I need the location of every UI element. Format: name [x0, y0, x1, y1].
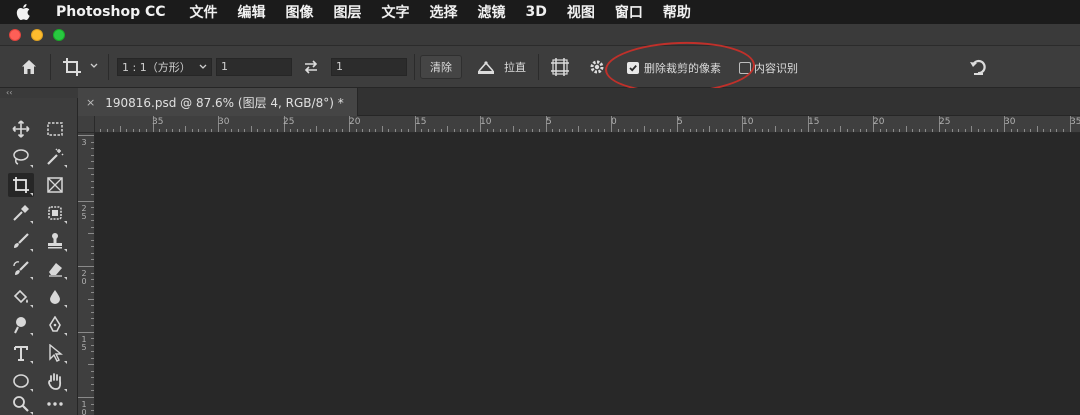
options-bar: 1 : 1（方形） 1 1 清除 拉直 删除裁剪的像素 内容识别: [0, 46, 1080, 88]
hand-icon[interactable]: [42, 369, 68, 393]
ruler-label: 3: [81, 138, 87, 147]
ellipse-icon[interactable]: [8, 369, 34, 393]
vertical-ruler[interactable]: 3 2 5 2 0 1 5 1 0: [78, 133, 95, 415]
crop-icon[interactable]: [8, 173, 34, 197]
ratio-height-input[interactable]: 1: [331, 58, 407, 76]
clear-button[interactable]: 清除: [420, 55, 462, 79]
eraser-icon[interactable]: [42, 257, 68, 281]
menu-layer[interactable]: 图层: [334, 2, 362, 22]
overlay-grid-icon[interactable]: [550, 57, 570, 77]
paint-bucket-icon[interactable]: [8, 285, 34, 309]
stamp-icon[interactable]: [42, 229, 68, 253]
straighten-label[interactable]: 拉直: [504, 59, 526, 75]
pen-icon[interactable]: [42, 313, 68, 337]
ruler-label: 1 5: [81, 335, 87, 352]
close-icon[interactable]: ×: [86, 96, 95, 109]
window-minimize-button[interactable]: [31, 29, 43, 41]
panel-collapse-icon[interactable]: ‹‹: [0, 88, 80, 98]
menu-help[interactable]: 帮助: [663, 2, 691, 22]
ruler-label: 25: [939, 117, 951, 127]
eyedropper-icon[interactable]: [8, 201, 34, 225]
ruler-origin[interactable]: [78, 116, 95, 133]
dodge-icon[interactable]: [8, 313, 34, 337]
separator: [414, 54, 415, 80]
ruler-label: 0: [611, 117, 617, 127]
marquee-icon[interactable]: [42, 117, 68, 141]
ruler-label: 20: [349, 117, 361, 127]
separator: [108, 54, 109, 80]
ruler-label: 5: [546, 117, 552, 127]
ruler-label: 10: [480, 117, 492, 127]
ruler-label: 35: [1070, 117, 1080, 127]
home-icon[interactable]: [20, 58, 38, 76]
move-icon[interactable]: [8, 117, 34, 141]
ruler-label: 1 0: [81, 400, 87, 415]
brush-icon[interactable]: [8, 229, 34, 253]
window-close-button[interactable]: [9, 29, 21, 41]
separator: [50, 54, 51, 80]
ruler-label: 20: [873, 117, 885, 127]
ruler-label: 25: [283, 117, 295, 127]
checkbox-checked-icon: [627, 62, 639, 74]
ruler-label: 15: [415, 117, 427, 127]
menu-bar: Photoshop CC 文件 编辑 图像 图层 文字 选择 滤镜 3D 视图 …: [0, 0, 1080, 24]
menu-window[interactable]: 窗口: [615, 2, 643, 22]
content-aware-label: 内容识别: [754, 62, 798, 75]
menu-file[interactable]: 文件: [190, 2, 218, 22]
chevron-down-icon[interactable]: [90, 62, 98, 70]
ruler-label: 5: [677, 117, 683, 127]
frame-icon[interactable]: [42, 173, 68, 197]
content-aware-checkbox[interactable]: 内容识别: [739, 60, 798, 76]
window-zoom-button[interactable]: [53, 29, 65, 41]
separator: [538, 54, 539, 80]
ratio-width-input[interactable]: 1: [216, 58, 292, 76]
delete-cropped-pixels-checkbox[interactable]: 删除裁剪的像素: [627, 60, 721, 76]
history-brush-icon[interactable]: [8, 257, 34, 281]
delete-cropped-pixels-label: 删除裁剪的像素: [644, 62, 721, 75]
crop-preset-icon[interactable]: [62, 57, 82, 77]
menu-edit[interactable]: 编辑: [238, 2, 266, 22]
chevron-down-icon: [199, 61, 207, 74]
window-title-bar: [0, 24, 1080, 46]
document-canvas[interactable]: [96, 134, 1080, 415]
tools-panel: [0, 98, 78, 415]
lasso-icon[interactable]: [8, 145, 34, 169]
menu-image[interactable]: 图像: [286, 2, 314, 22]
swap-icon[interactable]: [303, 59, 319, 75]
ruler-label: 15: [808, 117, 820, 127]
menu-type[interactable]: 文字: [382, 2, 410, 22]
magic-wand-icon[interactable]: [42, 145, 68, 169]
ratio-dropdown[interactable]: 1 : 1（方形）: [117, 58, 212, 76]
document-tab-title: 190816.psd @ 87.6% (图层 4, RGB/8°) *: [105, 95, 344, 110]
ruler-label: 2 5: [81, 204, 87, 221]
horizontal-ruler[interactable]: 35 30 25 20 15 10 5 0 5 10 15 20 25 30 3…: [95, 116, 1080, 133]
apple-menu-icon[interactable]: [16, 3, 44, 21]
ruler-label: 35: [152, 117, 164, 127]
ruler-label: 10: [742, 117, 754, 127]
blur-icon[interactable]: [42, 285, 68, 309]
ratio-dropdown-label: 1 : 1（方形）: [122, 61, 191, 74]
menu-3d[interactable]: 3D: [526, 4, 547, 20]
document-tab-bar: × 190816.psd @ 87.6% (图层 4, RGB/8°) *: [78, 88, 1080, 116]
healing-icon[interactable]: [42, 201, 68, 225]
gear-icon[interactable]: [588, 58, 606, 76]
zoom-icon[interactable]: [8, 392, 34, 415]
menu-select[interactable]: 选择: [430, 2, 458, 22]
ruler-label: 2 0: [81, 269, 87, 286]
reset-icon[interactable]: [968, 57, 988, 77]
path-selection-icon[interactable]: [42, 341, 68, 365]
menu-view[interactable]: 视图: [567, 2, 595, 22]
menu-filter[interactable]: 滤镜: [478, 2, 506, 22]
ruler-label: 30: [1004, 117, 1016, 127]
horizontal-ruler-ticks: [100, 116, 1071, 132]
app-name-menu[interactable]: Photoshop CC: [56, 4, 166, 20]
more-tools-icon[interactable]: [42, 392, 68, 415]
ruler-label: 30: [218, 117, 230, 127]
checkbox-unchecked-icon: [739, 62, 751, 74]
straighten-icon[interactable]: [476, 58, 496, 76]
type-icon[interactable]: [8, 341, 34, 365]
document-tab[interactable]: × 190816.psd @ 87.6% (图层 4, RGB/8°) *: [78, 88, 358, 116]
